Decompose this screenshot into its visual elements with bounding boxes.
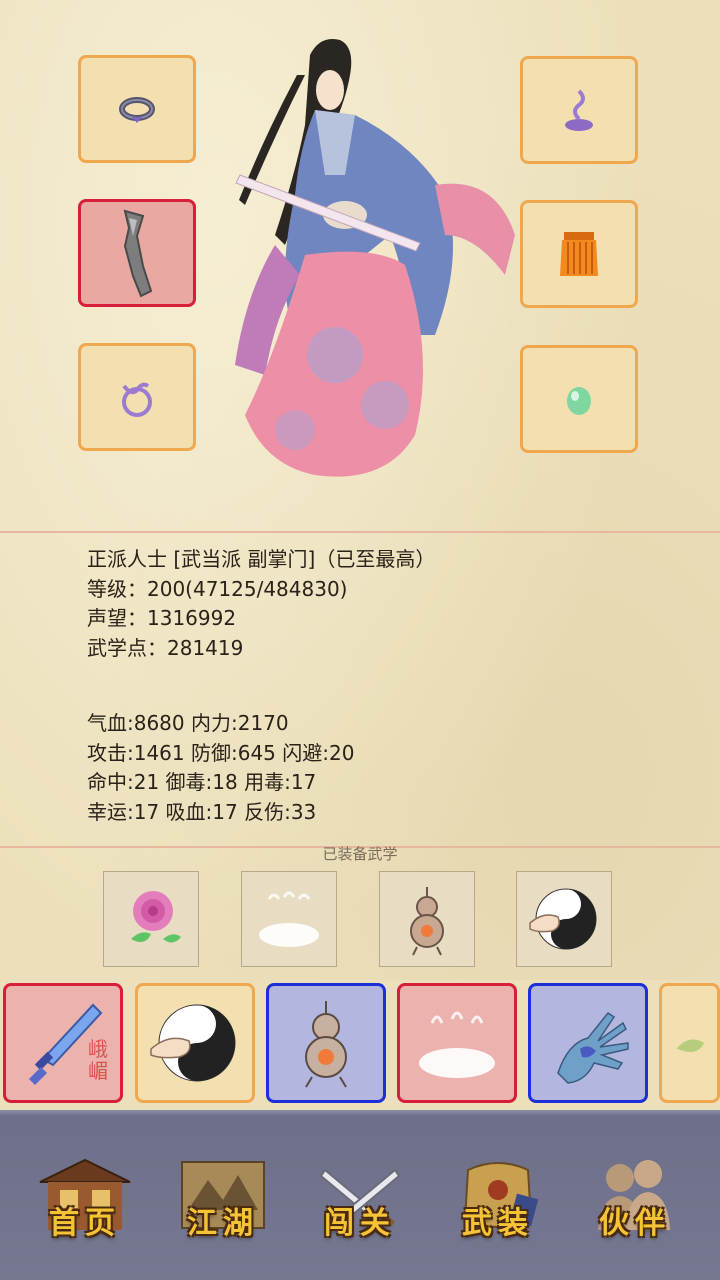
skill-card-1[interactable]: 峨嵋 [3, 983, 123, 1103]
stats-line: 攻击:1461 防御:645 闪避:20 [87, 740, 355, 765]
equipped-skill-2[interactable] [241, 871, 337, 967]
taiji-palm-icon [529, 888, 597, 950]
skill-seal-text: 峨嵋 [88, 1037, 108, 1083]
ring-icon [119, 97, 155, 123]
nav-huoban[interactable]: 伙伴 [570, 1140, 700, 1250]
nav-home[interactable]: 首页 [20, 1140, 150, 1250]
taiji-palm-icon [150, 1004, 236, 1082]
skill-card-6[interactable] [659, 983, 720, 1103]
character-reputation: 声望：1316992 [87, 606, 237, 630]
equipped-skills-title: 已装备武学 [322, 845, 398, 863]
mist-icon [259, 891, 319, 947]
gourd-furnace-icon [410, 887, 444, 956]
skill-card-2[interactable] [135, 983, 255, 1103]
attribute-stats: 气血:8680 内力:2170 攻击:1461 防御:645 闪避:20 命中:… [87, 709, 354, 827]
character-portrait [205, 35, 525, 495]
equipped-skill-4[interactable] [516, 871, 612, 967]
nav-chuangguan-label: 闯关 [324, 1206, 396, 1241]
gear-slot-jade[interactable] [520, 345, 638, 453]
open-palm-icon [557, 1011, 629, 1084]
gear-slot-amulet[interactable] [78, 343, 196, 451]
weapon-blade-icon [123, 209, 153, 297]
nav-wuzhuang-label: 武装 [462, 1206, 534, 1241]
stats-line: 命中:21 御毒:18 用毒:17 [87, 770, 317, 794]
jade-stone-icon [567, 387, 591, 415]
equipped-skill-1[interactable] [103, 871, 199, 967]
skill-card-4[interactable] [397, 983, 517, 1103]
equipped-skill-3[interactable] [379, 871, 475, 967]
gear-slot-ring[interactable] [78, 55, 196, 163]
nav-huoban-label: 伙伴 [599, 1206, 671, 1241]
divider-top [0, 531, 720, 533]
incense-icon [565, 89, 593, 131]
nav-jianghu[interactable]: 江湖 [158, 1140, 288, 1250]
nav-wuzhuang[interactable]: 武装 [433, 1140, 563, 1250]
character-martial-points: 武学点：281419 [87, 635, 244, 660]
nav-chuangguan[interactable]: 闯关 [295, 1140, 425, 1250]
nav-jianghu-label: 江湖 [187, 1206, 259, 1241]
stats-line: 幸运:17 吸血:17 反伤:33 [87, 799, 317, 824]
skill-card-3[interactable] [266, 983, 386, 1103]
gear-slot-armor[interactable] [520, 200, 638, 308]
armor-skirt-icon [560, 232, 598, 276]
character-level: 等级：200(47125/484830) [87, 576, 348, 601]
character-title: 正派人士 [武当派 副掌门]（已至最高） [87, 547, 436, 571]
nav-home-label: 首页 [49, 1206, 121, 1241]
stats-line: 气血:8680 内力:2170 [87, 711, 289, 735]
gear-slot-weapon[interactable] [78, 199, 196, 307]
amulet-icon [122, 382, 152, 417]
mist-icon [419, 1011, 495, 1078]
gourd-furnace-icon [305, 1001, 347, 1088]
character-info: 正派人士 [武当派 副掌门]（已至最高） 等级：200(47125/484830… [87, 545, 435, 663]
gear-slot-incense[interactable] [520, 56, 638, 164]
peony-icon [131, 891, 181, 943]
herb-icon [676, 1039, 705, 1053]
skill-card-5[interactable] [528, 983, 648, 1103]
